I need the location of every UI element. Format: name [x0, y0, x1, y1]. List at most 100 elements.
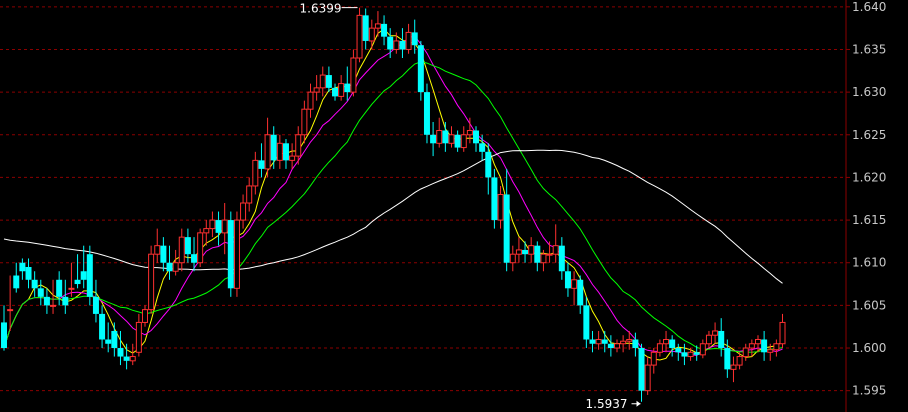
candle — [773, 339, 780, 357]
candle — [50, 279, 57, 314]
candle — [307, 83, 314, 118]
candle-body — [313, 87, 320, 93]
candle-body — [650, 351, 657, 366]
candle — [209, 211, 216, 238]
candle-body — [117, 348, 124, 357]
candle-body — [368, 27, 375, 42]
candle — [699, 339, 706, 359]
y-axis: 1.640 1.635 1.630 1.625 1.620 1.615 1.610 1.605… — [845, 0, 886, 412]
candle — [325, 66, 332, 93]
candle-body — [99, 313, 106, 340]
candle — [240, 194, 247, 229]
candle-body — [503, 194, 510, 263]
candle — [546, 241, 553, 263]
candle-body — [154, 245, 161, 255]
candle-body — [712, 330, 719, 336]
candle-body — [332, 87, 339, 97]
candle-body — [656, 343, 663, 353]
candle — [129, 343, 136, 366]
y-tick-label: 1.615 — [852, 213, 886, 227]
candle — [595, 330, 602, 350]
candle — [13, 262, 20, 293]
candle-body — [31, 279, 38, 289]
candle-body — [742, 347, 749, 358]
candle-body — [681, 352, 688, 357]
ma-line-5 — [3, 28, 783, 361]
candle-body — [761, 339, 768, 353]
candle-body — [430, 134, 437, 144]
candle-body — [80, 271, 87, 280]
candle — [111, 322, 118, 357]
candle — [362, 8, 369, 50]
candle-body — [68, 287, 75, 290]
candle-body — [111, 330, 118, 349]
candle — [258, 143, 265, 178]
candle — [656, 339, 663, 357]
candle-body — [705, 334, 712, 345]
candle — [172, 249, 179, 276]
candle-body — [50, 304, 57, 307]
candle — [191, 237, 198, 272]
candle-body — [381, 23, 388, 37]
y-tick-label: 1.600 — [852, 341, 886, 355]
candle-body — [405, 31, 412, 50]
candle-body — [564, 271, 571, 289]
candle-body — [319, 74, 326, 89]
candle — [571, 271, 578, 306]
candle-body — [356, 14, 363, 59]
candle — [7, 275, 14, 331]
candle — [417, 40, 424, 101]
candle — [779, 313, 786, 349]
candle — [577, 275, 584, 314]
candle-body — [295, 134, 302, 157]
candle — [712, 322, 719, 344]
candle — [497, 185, 504, 229]
candle-body — [571, 279, 578, 289]
candle-body — [491, 177, 498, 221]
candle — [583, 296, 590, 349]
candle-body — [135, 321, 142, 353]
candle-body — [534, 245, 541, 263]
candle — [160, 237, 167, 272]
candle-body — [479, 143, 486, 152]
candle-body — [454, 134, 461, 148]
candle-body — [583, 305, 590, 340]
candle — [460, 126, 467, 152]
candle — [154, 228, 161, 263]
candle-body — [203, 228, 210, 234]
y-tick-label: 1.625 — [852, 128, 886, 142]
candle-body — [528, 245, 535, 255]
candle-body — [644, 364, 651, 392]
candle-body — [43, 296, 50, 306]
candle — [332, 83, 339, 101]
candle — [503, 168, 510, 272]
y-tick-label: 1.605 — [852, 298, 886, 312]
candle — [601, 330, 608, 353]
candle — [141, 305, 148, 327]
candle-body — [522, 249, 529, 255]
candle-body — [558, 245, 565, 272]
candle — [197, 228, 204, 267]
candle — [509, 245, 516, 272]
y-tick-label: 1.640 — [852, 0, 886, 14]
candle-body — [620, 340, 627, 345]
candle — [620, 335, 627, 353]
candle-body — [448, 134, 455, 144]
candle-body — [485, 151, 492, 178]
candle-body — [473, 130, 480, 144]
candle-body — [626, 338, 633, 342]
candle-body — [13, 275, 20, 289]
candle-body — [601, 339, 608, 344]
candle-body — [417, 45, 424, 93]
candle-body — [393, 40, 400, 50]
candle-body — [577, 279, 584, 306]
candle — [718, 318, 725, 357]
candle-body — [754, 338, 761, 345]
candle — [135, 313, 142, 357]
candle-body — [607, 343, 614, 349]
candle-body — [687, 351, 694, 358]
candle-body — [7, 309, 14, 312]
candle — [491, 168, 498, 229]
moving-average-layer — [3, 28, 783, 361]
candle-body — [540, 253, 547, 264]
